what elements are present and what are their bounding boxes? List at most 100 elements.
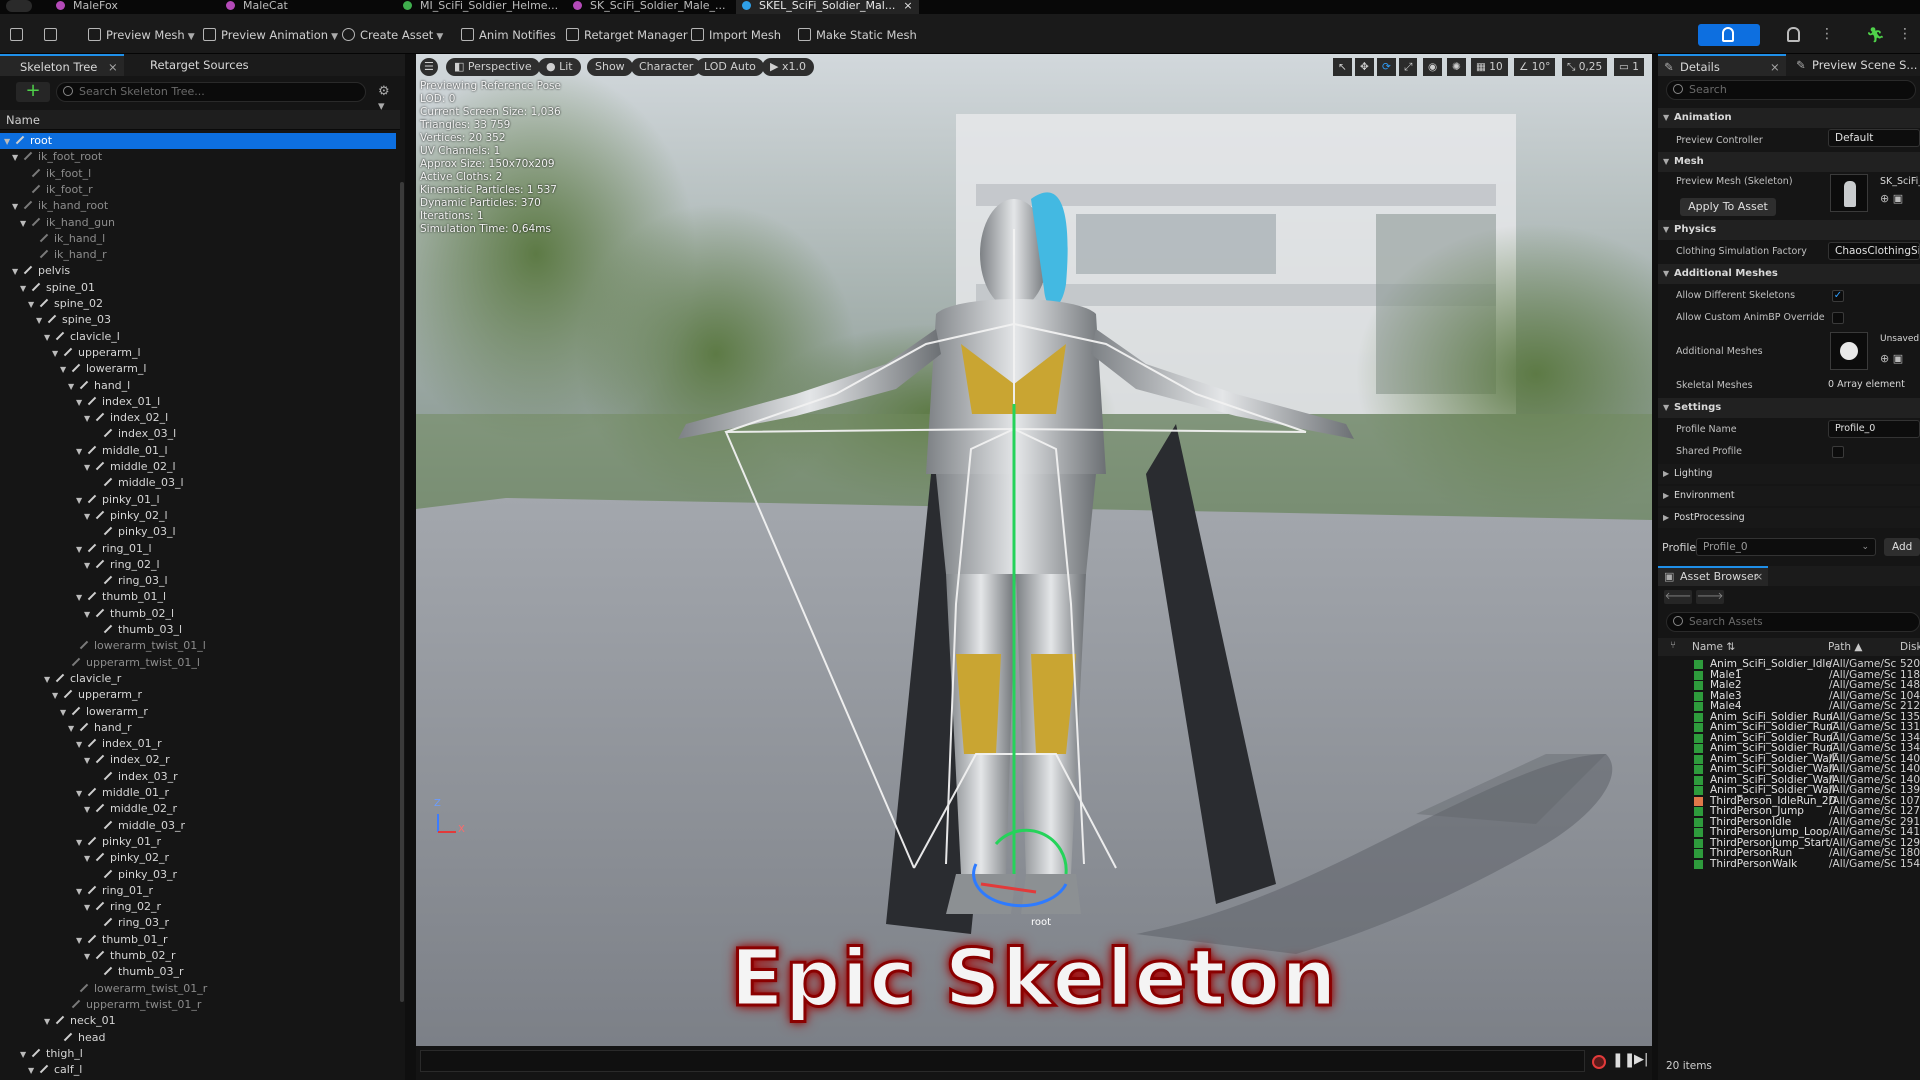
character-button[interactable]: Character: [631, 58, 702, 76]
bone-row[interactable]: ▼ pinky_02_l: [0, 508, 396, 524]
preview-mesh-button[interactable]: Preview Mesh ▼: [88, 26, 195, 44]
bone-row[interactable]: ▼ hand_l: [0, 378, 396, 394]
mesh-mode-button[interactable]: [1782, 24, 1806, 46]
bone-row[interactable]: ▼ middle_01_r: [0, 785, 396, 801]
expand-arrow-icon[interactable]: ▼: [36, 313, 46, 329]
close-icon[interactable]: ×: [108, 56, 118, 78]
expand-arrow-icon[interactable]: ▼: [52, 346, 62, 362]
preview-controller-select[interactable]: Default: [1828, 129, 1920, 147]
section-postprocessing[interactable]: ▶ PostProcessing: [1658, 508, 1920, 528]
expand-arrow-icon[interactable]: ▼: [76, 835, 86, 851]
expand-arrow-icon[interactable]: ▼: [84, 411, 94, 427]
bone-row[interactable]: index_03_l: [0, 426, 396, 442]
expand-arrow-icon[interactable]: ▼: [44, 330, 54, 346]
close-icon[interactable]: ×: [1754, 568, 1763, 586]
section-environment[interactable]: ▶ Environment: [1658, 486, 1920, 506]
bone-row[interactable]: ▼ lowerarm_r: [0, 704, 396, 720]
show-button[interactable]: Show: [587, 58, 633, 76]
bone-row[interactable]: ik_foot_l: [0, 166, 396, 182]
expand-arrow-icon[interactable]: ▼: [12, 199, 22, 215]
expand-arrow-icon[interactable]: ▼: [84, 460, 94, 476]
expand-arrow-icon[interactable]: ▼: [12, 264, 22, 280]
expand-arrow-icon[interactable]: ▼: [84, 802, 94, 818]
camera-speed-button[interactable]: ▭ 1: [1614, 58, 1644, 76]
bone-row[interactable]: upperarm_twist_01_r: [0, 997, 396, 1013]
bone-row[interactable]: ▼ pinky_01_r: [0, 834, 396, 850]
add-profile-button[interactable]: Add: [1884, 538, 1920, 556]
section-physics[interactable]: ▼ Physics: [1658, 220, 1920, 240]
skeleton-mode-button[interactable]: [1698, 24, 1760, 46]
bone-row[interactable]: ring_03_l: [0, 573, 396, 589]
rotate-icon[interactable]: ⟳: [1377, 58, 1396, 76]
grid-snap-button[interactable]: ▦ 10: [1471, 58, 1508, 76]
bone-row[interactable]: ▼ pinky_02_r: [0, 850, 396, 866]
profile-name-input[interactable]: Profile_0: [1828, 420, 1920, 438]
bone-row[interactable]: ▼ index_01_r: [0, 736, 396, 752]
animation-mode-button[interactable]: 🏃︎: [1862, 24, 1886, 46]
asset-search-input[interactable]: Search Assets: [1666, 612, 1920, 632]
expand-arrow-icon[interactable]: ▼: [76, 737, 86, 753]
scale-icon[interactable]: ⤢: [1399, 58, 1418, 76]
expand-arrow-icon[interactable]: ▼: [76, 933, 86, 949]
back-button[interactable]: 🡐: [1664, 590, 1692, 604]
browse-icon[interactable]: ⊕ ▣: [1880, 352, 1903, 365]
tab-sk-scifi-soldier[interactable]: SK_SciFi_Soldier_Male_...: [573, 0, 726, 14]
bone-row[interactable]: ▼ ik_foot_root: [0, 149, 396, 165]
bone-row[interactable]: ▼ middle_02_l: [0, 459, 396, 475]
viewport-menu-button[interactable]: ☰: [420, 58, 438, 76]
bone-row[interactable]: ▼ ik_hand_root: [0, 198, 396, 214]
bone-row[interactable]: ▼ lowerarm_l: [0, 361, 396, 377]
section-settings[interactable]: ▼ Settings: [1658, 398, 1920, 418]
details-search-input[interactable]: Search: [1666, 80, 1916, 100]
bone-row[interactable]: ▼ thumb_02_l: [0, 606, 396, 622]
expand-arrow-icon[interactable]: ▼: [68, 721, 78, 737]
expand-arrow-icon[interactable]: ▼: [20, 281, 30, 297]
profile-select[interactable]: Profile_0 ⌄: [1696, 538, 1876, 556]
forward-button[interactable]: 🡒: [1696, 590, 1724, 604]
bone-row[interactable]: middle_03_l: [0, 475, 396, 491]
bone-row[interactable]: ▼ calf_l: [0, 1062, 396, 1078]
translate-icon[interactable]: ✥: [1355, 58, 1374, 76]
clothing-factory-select[interactable]: ChaosClothingSim: [1828, 242, 1920, 260]
ue-logo[interactable]: [0, 0, 40, 14]
bone-row[interactable]: ▼ ring_01_r: [0, 883, 396, 899]
bone-row[interactable]: thumb_03_l: [0, 622, 396, 638]
name-column-header[interactable]: Name: [0, 110, 400, 130]
scrollbar[interactable]: [400, 182, 404, 1002]
more-options-icon[interactable]: ⋮: [1820, 24, 1834, 46]
bone-row[interactable]: middle_03_r: [0, 818, 396, 834]
allow-custom-animbp-checkbox[interactable]: [1832, 312, 1844, 324]
bone-row[interactable]: ▼ thigh_l: [0, 1046, 396, 1062]
expand-arrow-icon[interactable]: ▼: [12, 150, 22, 166]
expand-arrow-icon[interactable]: ▼: [76, 444, 86, 460]
expand-arrow-icon[interactable]: ▼: [76, 493, 86, 509]
bone-row[interactable]: ▼ thumb_02_r: [0, 948, 396, 964]
close-icon[interactable]: ×: [903, 0, 912, 12]
expand-arrow-icon[interactable]: ▼: [28, 1063, 38, 1079]
bone-row[interactable]: ▼ neck_01: [0, 1013, 396, 1029]
angle-snap-button[interactable]: ∠ 10°: [1514, 58, 1556, 76]
bone-row[interactable]: ▼ middle_01_l: [0, 443, 396, 459]
tab-details[interactable]: ✎ Details ×: [1658, 54, 1786, 76]
bone-row[interactable]: upperarm_twist_01_l: [0, 655, 396, 671]
expand-arrow-icon[interactable]: ▼: [84, 558, 94, 574]
create-asset-button[interactable]: Create Asset ▼: [342, 26, 443, 44]
bone-row[interactable]: lowerarm_twist_01_l: [0, 638, 396, 654]
bone-row[interactable]: ▼ index_01_l: [0, 394, 396, 410]
bone-row[interactable]: ik_hand_l: [0, 231, 396, 247]
browse-icon[interactable]: [44, 26, 57, 44]
section-animation[interactable]: ▼ Animation: [1658, 108, 1920, 128]
expand-arrow-icon[interactable]: ▼: [60, 362, 70, 378]
tab-skel-scifi-soldier[interactable]: SKEL_SciFi_Soldier_Mal... ×: [736, 0, 919, 14]
section-additional-meshes[interactable]: ▼ Additional Meshes: [1658, 264, 1920, 284]
expand-arrow-icon[interactable]: ▼: [84, 753, 94, 769]
timeline-track[interactable]: [420, 1050, 1585, 1072]
world-local-icon[interactable]: ◉: [1423, 58, 1443, 76]
bone-row[interactable]: ▼ spine_03: [0, 312, 396, 328]
bone-row[interactable]: index_03_r: [0, 769, 396, 785]
expand-arrow-icon[interactable]: ▼: [44, 672, 54, 688]
expand-arrow-icon[interactable]: ▼: [76, 590, 86, 606]
bone-row[interactable]: ▼ root: [0, 133, 396, 150]
bone-row[interactable]: ▼ ring_02_r: [0, 899, 396, 915]
bone-row[interactable]: head: [0, 1030, 396, 1046]
